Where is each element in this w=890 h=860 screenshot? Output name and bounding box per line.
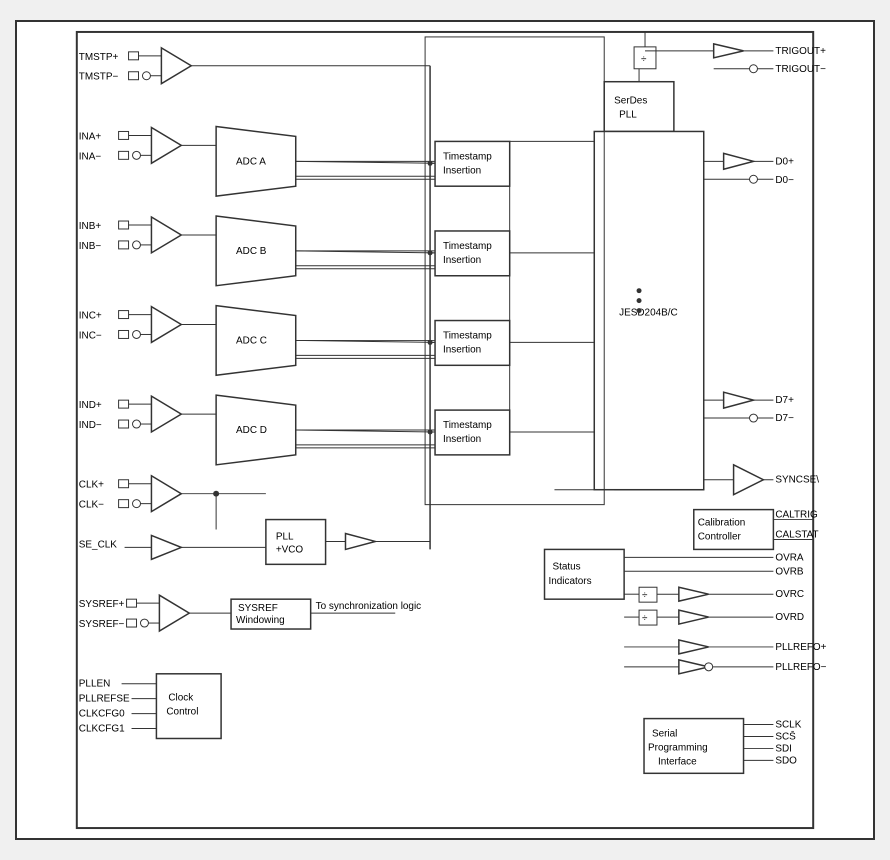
- port-sysref-minus: SYSREF−: [79, 619, 125, 630]
- port-inb-minus: INB−: [79, 241, 102, 252]
- timestamp-2-label2: Insertion: [443, 255, 481, 266]
- pll-vco-label: PLL: [276, 531, 294, 542]
- port-ina-minus: INA−: [79, 151, 102, 162]
- port-pllrefo-plus: PLLREFO+: [775, 642, 826, 653]
- block-diagram: TMSTP+ TMSTP− INA+ INA− ADC A INB+ INB− …: [15, 20, 875, 840]
- adc-d-label: ADC D: [236, 425, 267, 436]
- timestamp-2-label: Timestamp: [443, 241, 492, 252]
- port-d7-minus: D7−: [775, 413, 794, 424]
- timestamp-4-label: Timestamp: [443, 420, 492, 431]
- port-clkcfg1: CLKCFG1: [79, 724, 125, 735]
- serial-prog-label: Serial: [652, 728, 677, 739]
- port-ind-minus: IND−: [79, 420, 102, 431]
- port-sysref-plus: SYSREF+: [79, 599, 125, 610]
- sysref-windowing-label: SYSREF: [238, 603, 278, 614]
- port-d7-plus: D7+: [775, 395, 794, 406]
- divide-symbol-top: ÷: [641, 54, 647, 65]
- port-inc-minus: INC−: [79, 330, 102, 341]
- calibration-label2: Controller: [698, 531, 742, 542]
- port-d0-plus: D0+: [775, 156, 794, 167]
- port-sdo: SDO: [775, 755, 797, 766]
- jesd204bc-label: JESD204B/C: [619, 308, 678, 319]
- pll-vco-label2: +VCO: [276, 544, 304, 555]
- port-se-clk: SE_CLK: [79, 539, 117, 550]
- port-ovrc: OVRC: [775, 589, 804, 600]
- port-pllen: PLLEN: [79, 679, 111, 690]
- port-clk-plus: CLK+: [79, 480, 104, 491]
- port-trigout-plus: TRIGOUT+: [775, 46, 826, 57]
- port-inb-plus: INB+: [79, 221, 102, 232]
- timestamp-1-label: Timestamp: [443, 151, 492, 162]
- clock-control-label2: Control: [166, 707, 198, 718]
- port-ovrd: OVRD: [775, 612, 804, 623]
- port-ina-plus: INA+: [79, 131, 102, 142]
- port-sclk: SCLK: [775, 720, 801, 731]
- to-sync-label: To synchronization logic: [316, 601, 422, 612]
- port-scs: SCS̄: [775, 731, 796, 742]
- serdes-pll-label2: PLL: [619, 110, 637, 121]
- port-trigout-minus: TRIGOUT−: [775, 64, 826, 75]
- adc-a-label: ADC A: [236, 156, 266, 167]
- timestamp-1-label2: Insertion: [443, 165, 481, 176]
- port-d0-minus: D0−: [775, 175, 794, 186]
- divide-ovrc: ÷: [642, 590, 648, 601]
- adc-c-label: ADC C: [236, 335, 267, 346]
- port-pllrefse: PLLREFSE: [79, 694, 130, 705]
- status-indicators-label2: Indicators: [548, 576, 591, 587]
- adc-b-label: ADC B: [236, 246, 267, 257]
- port-clkcfg0: CLKCFG0: [79, 709, 125, 720]
- timestamp-3-label: Timestamp: [443, 330, 492, 341]
- port-sdi: SDI: [775, 743, 792, 754]
- status-indicators-label: Status: [552, 561, 580, 572]
- port-ovra: OVRA: [775, 552, 804, 563]
- timestamp-4-label2: Insertion: [443, 434, 481, 445]
- serial-prog-label3: Interface: [658, 756, 697, 767]
- port-tmstp-plus: TMSTP+: [79, 52, 119, 63]
- port-ind-plus: IND+: [79, 400, 102, 411]
- port-ovrb: OVRB: [775, 566, 804, 577]
- serdes-pll-label: SerDes: [614, 96, 647, 107]
- port-clk-minus: CLK−: [79, 500, 104, 511]
- sysref-windowing-label2: Windowing: [236, 615, 285, 626]
- timestamp-3-label2: Insertion: [443, 344, 481, 355]
- port-tmstp-minus: TMSTP−: [79, 72, 119, 83]
- port-caltrig: CALTRIG: [775, 510, 817, 521]
- serial-prog-label2: Programming: [648, 742, 708, 753]
- calibration-label: Calibration: [698, 518, 746, 529]
- port-inc-plus: INC+: [79, 311, 102, 322]
- clock-control-label: Clock: [168, 693, 193, 704]
- divide-ovrd: ÷: [642, 613, 648, 624]
- port-syncse: SYNCSE\: [775, 475, 819, 486]
- port-pllrefo-minus: PLLREFO−: [775, 662, 826, 673]
- port-calstat: CALSTAT: [775, 529, 818, 540]
